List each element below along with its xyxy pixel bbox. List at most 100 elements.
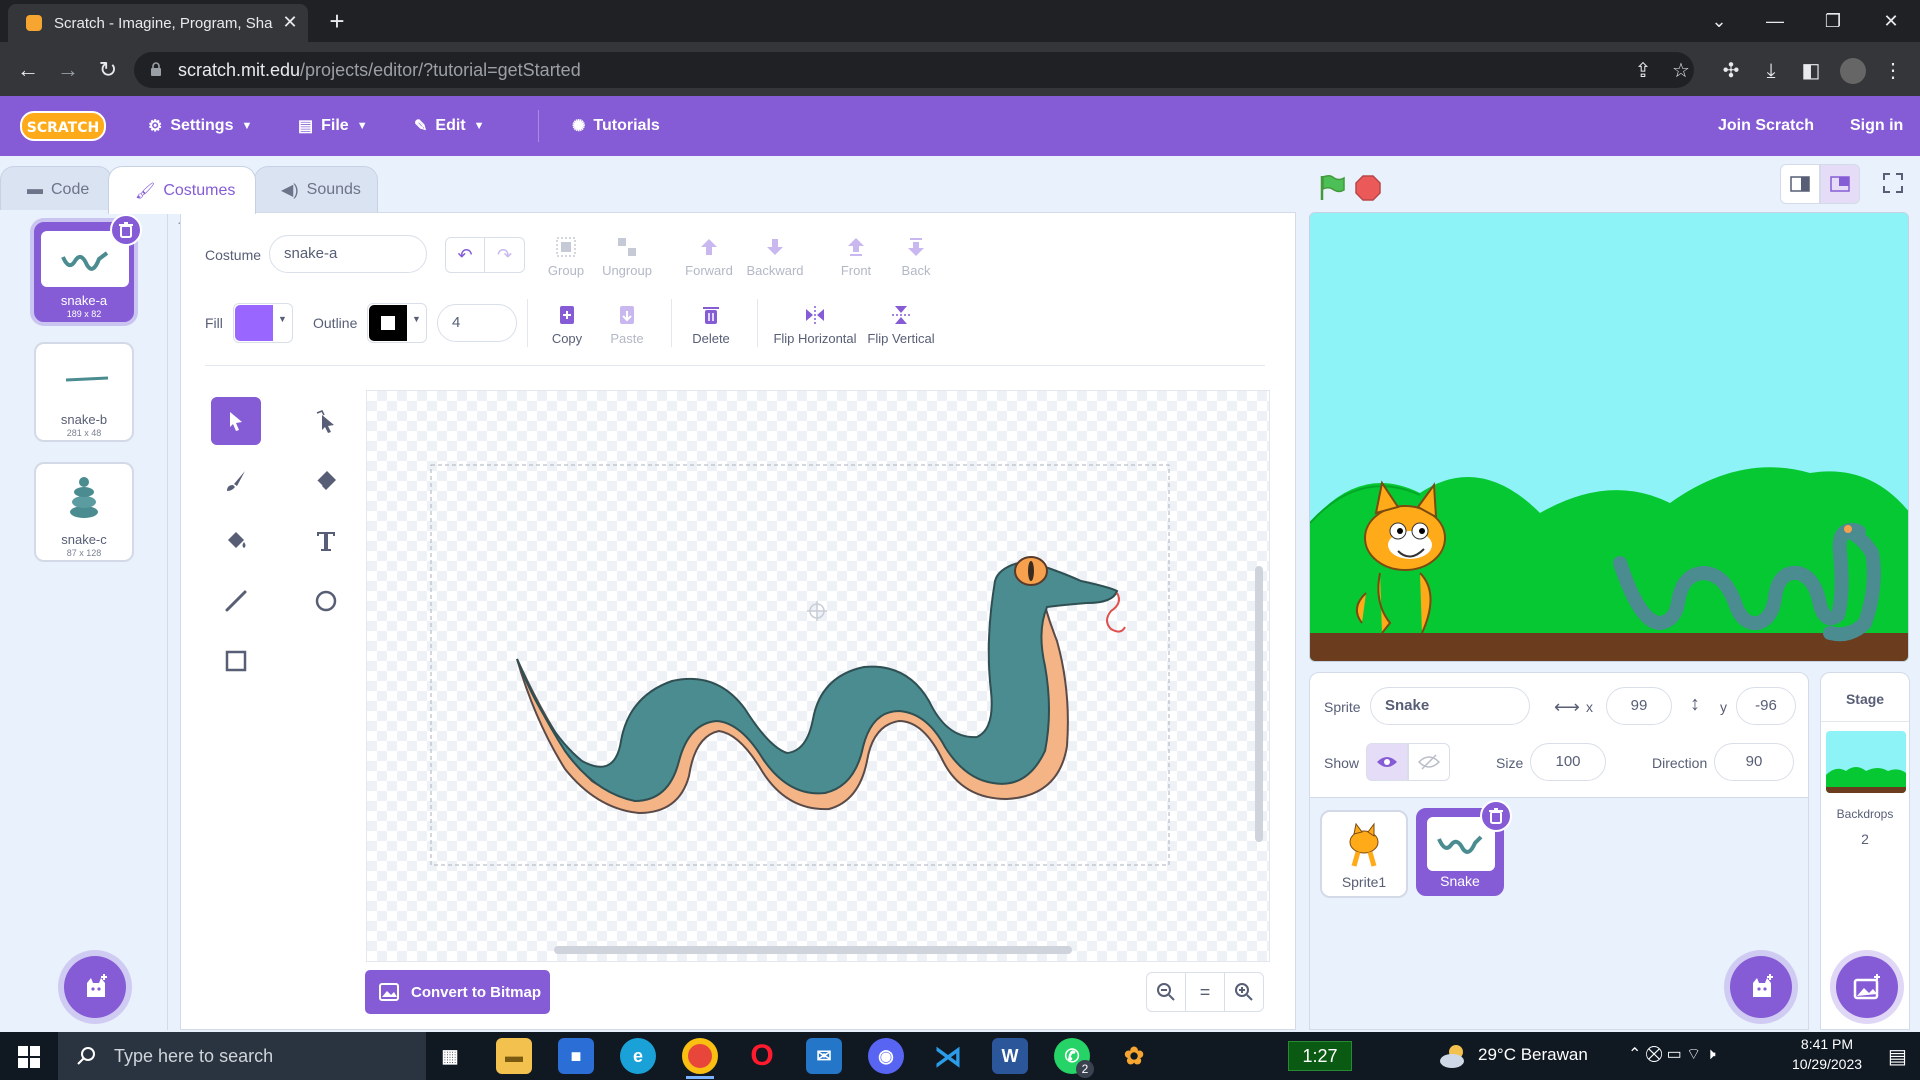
task-view-icon[interactable]: ▦: [432, 1038, 468, 1074]
stage[interactable]: [1309, 212, 1909, 662]
costume-item[interactable]: 3 snake-c 87 x 128: [34, 462, 134, 562]
edit-menu[interactable]: ✎ Edit ▼: [414, 96, 485, 156]
delete-sprite-button[interactable]: [1480, 800, 1512, 832]
delete-costume-button[interactable]: [110, 214, 142, 246]
sign-in-link[interactable]: Sign in: [1850, 96, 1903, 156]
tutorials-menu[interactable]: ✺ Tutorials: [572, 96, 660, 156]
outline-color-picker[interactable]: ▼: [367, 303, 427, 343]
flip-horizontal-button[interactable]: Flip Horizontal: [773, 303, 857, 346]
zoom-out-button[interactable]: [1146, 972, 1186, 1012]
circle-tool[interactable]: [301, 577, 351, 625]
side-panel-icon[interactable]: ◧: [1798, 58, 1824, 84]
omnibox[interactable]: scratch.mit.edu/projects/editor/?tutoria…: [134, 52, 1694, 88]
restore-button[interactable]: ❐: [1818, 8, 1848, 34]
redo-button[interactable]: ↷: [485, 238, 524, 272]
download-icon[interactable]: ⤓: [1758, 58, 1784, 84]
x-input[interactable]: 99: [1606, 687, 1672, 725]
vscode-icon[interactable]: ⋊: [930, 1038, 966, 1074]
file-explorer-icon[interactable]: ▬: [496, 1038, 532, 1074]
y-input[interactable]: -96: [1736, 687, 1796, 725]
join-scratch-link[interactable]: Join Scratch: [1718, 96, 1814, 156]
back-button[interactable]: Back: [891, 235, 941, 278]
outline-width-input[interactable]: 4: [437, 304, 517, 342]
green-flag-icon[interactable]: [1316, 172, 1346, 202]
undo-button[interactable]: ↶: [446, 238, 486, 272]
brush-tool[interactable]: [211, 457, 261, 505]
flip-vertical-button[interactable]: Flip Vertical: [865, 303, 937, 346]
reshape-tool[interactable]: [301, 397, 351, 445]
ungroup-button[interactable]: Ungroup: [595, 235, 659, 278]
minimize-button[interactable]: —: [1760, 8, 1790, 34]
file-menu[interactable]: ▤ File ▼: [298, 96, 368, 156]
tray-icons[interactable]: ⌃ ⛒ ▭ ⌔ 🕨: [1628, 1044, 1716, 1064]
fill-tool[interactable]: [211, 517, 261, 565]
bookmark-star-icon[interactable]: ☆: [1668, 58, 1694, 84]
weather-text[interactable]: 29°C Berawan: [1478, 1045, 1588, 1065]
fill-color-picker[interactable]: ▼: [233, 303, 293, 343]
zoom-reset-button[interactable]: =: [1185, 972, 1225, 1012]
discord-icon[interactable]: ◉: [868, 1038, 904, 1074]
fullscreen-button[interactable]: [1874, 164, 1914, 204]
convert-to-bitmap-button[interactable]: Convert to Bitmap: [365, 970, 550, 1014]
drawing-canvas[interactable]: [366, 390, 1270, 962]
reload-icon[interactable]: ↻: [94, 56, 122, 84]
close-tab-icon[interactable]: ✕: [280, 12, 300, 32]
forward-button[interactable]: Forward: [679, 235, 739, 278]
word-icon[interactable]: W: [992, 1038, 1028, 1074]
vertical-scrollbar[interactable]: [1255, 566, 1263, 842]
tab-search-icon[interactable]: ⌄: [1704, 8, 1734, 34]
chrome-menu-icon[interactable]: ⋮: [1880, 58, 1906, 84]
back-icon[interactable]: ←: [14, 56, 42, 84]
small-stage-button[interactable]: [1780, 164, 1820, 204]
edge-icon[interactable]: e: [620, 1038, 656, 1074]
choose-costume-button[interactable]: [64, 956, 126, 1018]
forward-icon[interactable]: →: [54, 56, 82, 84]
copy-button[interactable]: Copy: [545, 303, 589, 346]
chrome-icon[interactable]: [682, 1038, 718, 1074]
tab-sounds[interactable]: ◀) Sounds: [254, 166, 378, 212]
text-tool[interactable]: [301, 517, 351, 565]
share-icon[interactable]: ⇪: [1630, 58, 1656, 84]
tab-code[interactable]: ▬ Code: [0, 166, 112, 212]
eraser-tool[interactable]: [301, 457, 351, 505]
delete-button[interactable]: Delete: [685, 303, 737, 346]
backward-button[interactable]: Backward: [741, 235, 809, 278]
choose-sprite-button[interactable]: [1730, 956, 1792, 1018]
costume-name-input[interactable]: snake-a: [269, 235, 427, 273]
notifications-icon[interactable]: ▤: [1888, 1044, 1907, 1069]
zoom-in-button[interactable]: [1224, 972, 1264, 1012]
horizontal-scrollbar[interactable]: [554, 946, 1072, 954]
stop-icon[interactable]: [1354, 174, 1382, 202]
clock[interactable]: 8:41 PM 10/29/2023: [1782, 1034, 1872, 1074]
scratch-logo[interactable]: SCRATCH: [20, 110, 106, 142]
ms-store-icon[interactable]: ■: [558, 1038, 594, 1074]
choose-backdrop-button[interactable]: [1836, 956, 1898, 1018]
opera-icon[interactable]: O: [744, 1038, 780, 1074]
close-window-button[interactable]: ✕: [1876, 8, 1906, 34]
mail-icon[interactable]: ✉: [806, 1038, 842, 1074]
group-button[interactable]: Group: [541, 235, 591, 278]
sprite-name-input[interactable]: Snake: [1370, 687, 1530, 725]
windows-start-icon[interactable]: [18, 1046, 40, 1068]
sprite-tile[interactable]: Sprite1: [1320, 810, 1408, 898]
hide-sprite-button[interactable]: [1408, 743, 1450, 781]
scratch-app-icon[interactable]: ✿: [1116, 1038, 1152, 1074]
size-input[interactable]: 100: [1530, 743, 1606, 781]
line-tool[interactable]: [211, 577, 261, 625]
show-sprite-button[interactable]: [1366, 743, 1408, 781]
paste-button[interactable]: Paste: [605, 303, 649, 346]
browser-tab[interactable]: Scratch - Imagine, Program, Sha ✕: [8, 4, 308, 42]
taskbar-search-box[interactable]: Type here to search: [58, 1032, 426, 1080]
snake-artwork[interactable]: [516, 556, 1126, 815]
tab-costumes[interactable]: 🖌 Costumes: [108, 166, 256, 214]
timer-widget[interactable]: 1:27: [1288, 1041, 1352, 1071]
profile-avatar[interactable]: [1840, 58, 1866, 84]
select-tool[interactable]: [211, 397, 261, 445]
extensions-icon[interactable]: ✣: [1718, 58, 1744, 84]
rectangle-tool[interactable]: [211, 637, 261, 685]
new-tab-button[interactable]: +: [322, 6, 352, 36]
front-button[interactable]: Front: [831, 235, 881, 278]
large-stage-button[interactable]: [1820, 164, 1860, 204]
costume-item[interactable]: 2 snake-b 281 x 48: [34, 342, 134, 442]
settings-menu[interactable]: ⚙ Settings ▼: [148, 96, 252, 156]
